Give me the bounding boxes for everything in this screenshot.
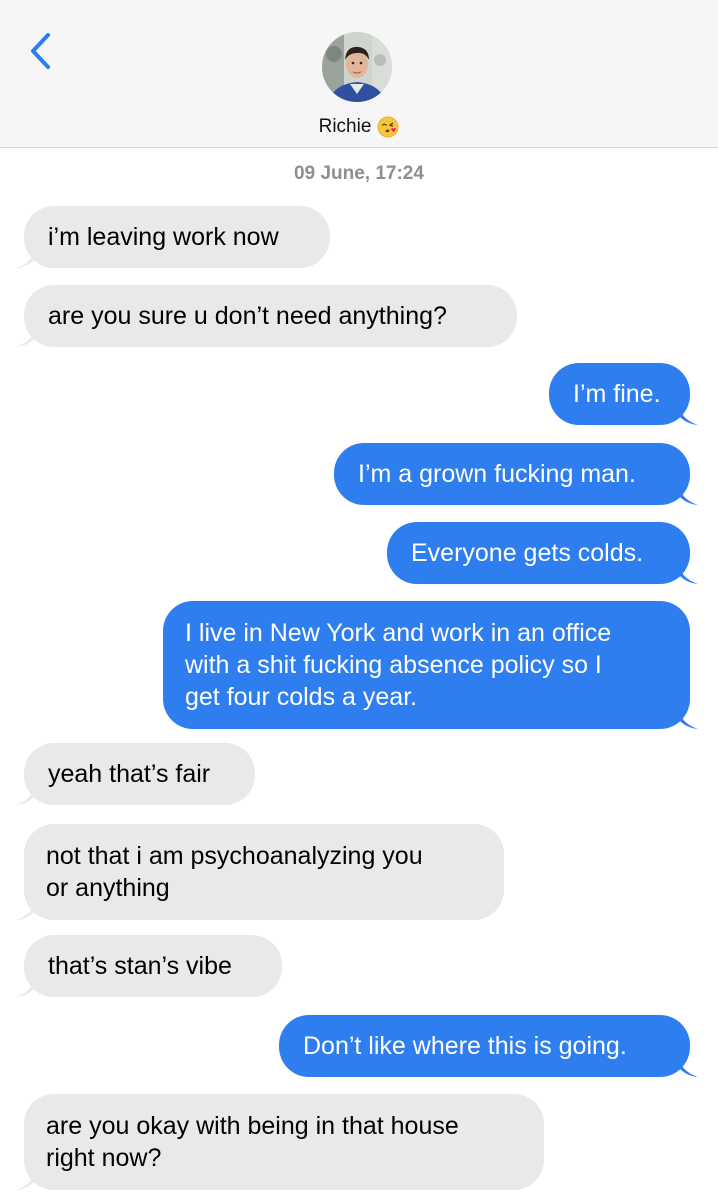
avatar-image [322,32,392,102]
bubble-tail [16,246,36,268]
bubble-tail [678,483,698,505]
bubble-tail [16,783,36,805]
message-text-line: Don’t like where this is going. [303,1032,627,1060]
message-text-line: that’s stan’s vibe [48,952,232,980]
incoming-message-bubble[interactable]: i’m leaving work now [16,206,330,268]
avatar[interactable] [322,32,392,102]
bubble-tail [16,975,36,997]
message-text-line: yeah that’s fair [48,760,211,788]
outgoing-message-bubble[interactable]: I live in New York and work in an office… [163,601,698,729]
incoming-message-bubble[interactable]: yeah that’s fair [16,743,255,805]
message-text-line: are you okay with being in that house [46,1112,459,1140]
bubble-tail [678,403,698,425]
bubble-tail [678,562,698,584]
contact-details-button[interactable]: Richie [0,113,718,141]
contact-name: Richie [318,116,372,137]
bubble-tail [678,707,698,729]
bubble-tail [678,1055,698,1077]
bubble-tail [16,325,36,347]
message-text-line: or anything [46,874,170,902]
outgoing-message-bubble[interactable]: Don’t like where this is going. [279,1015,698,1077]
message-text-line: I’m a grown fucking man. [358,460,636,488]
incoming-message-bubble[interactable]: not that i am psychoanalyzing you or anyt… [16,824,504,920]
outgoing-message-bubble[interactable]: I’m a grown fucking man. [334,443,698,505]
message-text-line: with a shit fucking absence policy so I [185,651,602,679]
conversation-timestamp: 09 June, 17:24 [294,163,424,184]
message-text-line: I’m fine. [573,380,661,408]
message-text-line: are you sure u don’t need anything? [48,302,447,330]
back-button[interactable] [20,28,60,74]
incoming-message-bubble[interactable]: are you okay with being in that house rig… [16,1094,544,1190]
bubble-tail [16,898,36,920]
bubble-tail [16,1168,36,1190]
message-text-line: Everyone gets colds. [411,539,644,567]
chevron-left-icon [31,33,50,69]
message-text-line: I live in New York and work in an office [185,619,612,647]
message-text-line: get four colds a year. [185,683,418,711]
message-text-line: i’m leaving work now [48,223,279,251]
message-text-line: not that i am psychoanalyzing you [46,842,423,870]
outgoing-message-bubble[interactable]: I’m fine. [549,363,698,425]
kissing-face-emoji-icon [377,116,399,138]
incoming-message-bubble[interactable]: are you sure u don’t need anything? [16,285,517,347]
outgoing-message-bubble[interactable]: Everyone gets colds. [387,522,698,584]
conversation-header: Richie [0,0,718,148]
message-text-line: right now? [46,1144,162,1172]
incoming-message-bubble[interactable]: that’s stan’s vibe [16,935,282,997]
